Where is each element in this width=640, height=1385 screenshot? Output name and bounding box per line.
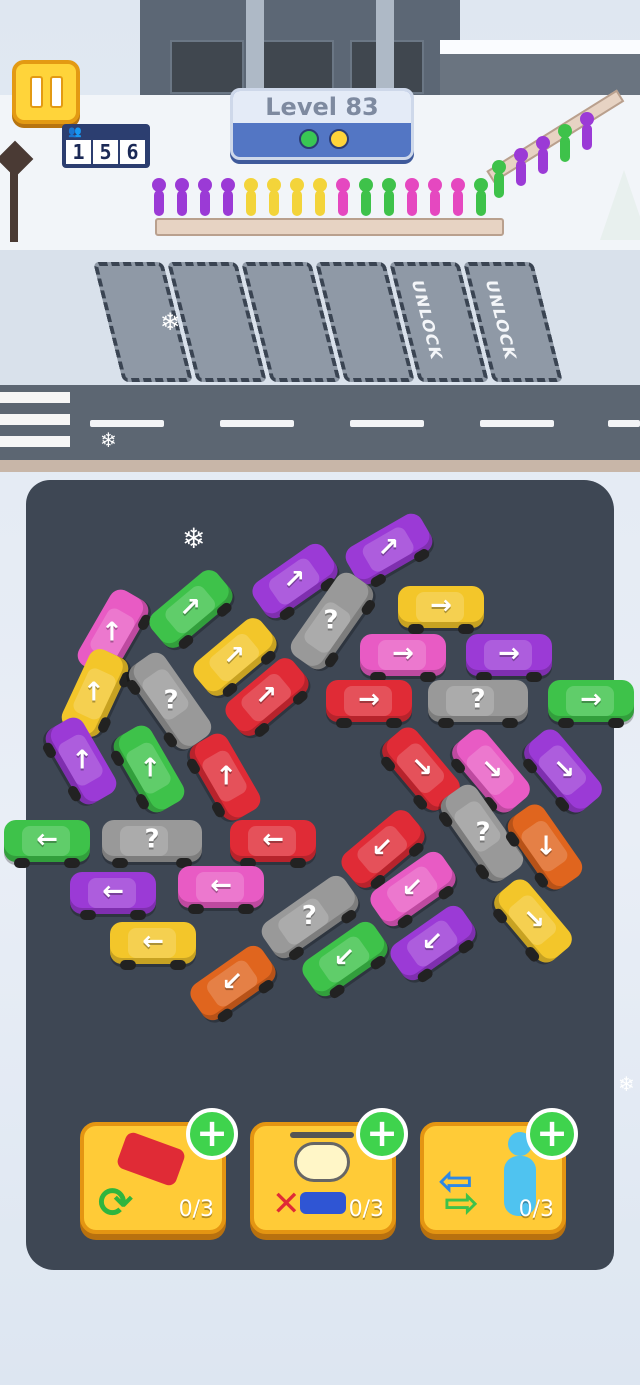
car[interactable]: ↙ (185, 941, 281, 1025)
direction-arrow-icon: ↘ (523, 905, 545, 936)
mystery-car[interactable]: ? (102, 820, 202, 868)
direction-arrow-icon: ↘ (553, 755, 575, 786)
direction-arrow-icon: ← (142, 926, 164, 957)
car[interactable]: ← (230, 820, 316, 868)
car[interactable]: → (326, 680, 412, 728)
direction-arrow-icon: ← (36, 824, 58, 855)
car[interactable]: → (466, 634, 552, 682)
direction-arrow-icon: ↙ (401, 872, 424, 903)
car[interactable]: ← (178, 866, 264, 914)
booster-count: 0/3 (178, 1197, 214, 1222)
level-title: Level 83 (233, 91, 411, 123)
car[interactable]: → (360, 634, 446, 682)
question-mark-icon: ? (323, 605, 339, 636)
booster-count: 0/3 (348, 1197, 384, 1222)
helicopter-booster-button[interactable]: ✕ 0/3 + (250, 1108, 408, 1234)
direction-arrow-icon: ↑ (82, 677, 105, 708)
progress-dot (329, 129, 349, 149)
direction-arrow-icon: ↙ (421, 926, 444, 957)
direction-arrow-icon: → (498, 638, 520, 669)
direction-arrow-icon: ← (102, 876, 124, 907)
car[interactable]: ↑ (41, 713, 121, 809)
direction-arrow-icon: ← (210, 870, 232, 901)
add-booster-icon[interactable]: + (186, 1108, 238, 1160)
add-booster-icon[interactable]: + (526, 1108, 578, 1160)
people-icon: 👥 (68, 125, 82, 138)
remove-icon: ✕ (272, 1184, 301, 1224)
counter-digit: 5 (93, 140, 118, 164)
question-mark-icon: ? (301, 900, 317, 931)
booster-count: 0/3 (518, 1197, 554, 1222)
direction-arrow-icon: ↘ (481, 755, 503, 786)
question-mark-icon: ? (144, 824, 160, 855)
direction-arrow-icon: ↗ (179, 593, 202, 624)
direction-arrow-icon: → (430, 590, 452, 621)
direction-arrow-icon: ↗ (377, 532, 400, 563)
direction-arrow-icon: ← (262, 824, 284, 855)
car[interactable]: ↑ (185, 729, 265, 825)
helicopter-icon (294, 1142, 350, 1182)
car[interactable]: → (548, 680, 634, 728)
add-booster-icon[interactable]: + (356, 1108, 408, 1160)
level-indicator: Level 83 (230, 88, 414, 160)
progress-dot (299, 129, 319, 149)
direction-arrow-icon: ↑ (100, 617, 123, 648)
direction-arrow-icon: → (580, 684, 602, 715)
counter-digit: 6 (120, 140, 145, 164)
direction-arrow-icon: ↑ (71, 745, 94, 776)
car[interactable]: ← (110, 922, 196, 970)
pause-bar (29, 76, 43, 108)
pause-bar (49, 76, 63, 108)
direction-arrow-icon: ↙ (371, 833, 394, 864)
counter-digit: 1 (66, 140, 91, 164)
direction-arrow-icon: ↙ (221, 966, 244, 997)
direction-arrow-icon: ↗ (223, 641, 246, 672)
direction-arrow-icon: → (358, 684, 380, 715)
direction-arrow-icon: ↗ (255, 681, 278, 712)
mystery-car[interactable]: ? (428, 680, 528, 728)
direction-arrow-icon: → (392, 638, 414, 669)
refresh-icon: ⟳ (98, 1178, 134, 1227)
swap-right-arrow-icon: ⇨ (444, 1178, 480, 1227)
passenger-counter: 👥 1 5 6 (62, 124, 150, 168)
direction-arrow-icon: ↘ (411, 753, 433, 784)
direction-arrow-icon: ↑ (139, 753, 162, 784)
direction-arrow-icon: ↑ (215, 761, 238, 792)
car[interactable]: ↘ (489, 874, 577, 968)
blue-car-icon (300, 1192, 346, 1214)
direction-arrow-icon: ↓ (535, 831, 557, 862)
question-mark-icon: ? (470, 684, 486, 715)
swap-booster-button[interactable]: ⇦ ⇨ 0/3 + (420, 1108, 578, 1234)
rotor-icon (290, 1132, 354, 1138)
question-mark-icon: ? (475, 817, 491, 848)
direction-arrow-icon: ↙ (333, 942, 356, 973)
car[interactable]: ← (4, 820, 90, 868)
shuffle-booster-button[interactable]: ⟳ 0/3 + (80, 1108, 238, 1234)
car[interactable]: → (398, 586, 484, 634)
direction-arrow-icon: ↗ (283, 564, 306, 595)
question-mark-icon: ? (163, 685, 179, 716)
pause-button[interactable] (12, 60, 80, 124)
car[interactable]: ← (70, 872, 156, 920)
